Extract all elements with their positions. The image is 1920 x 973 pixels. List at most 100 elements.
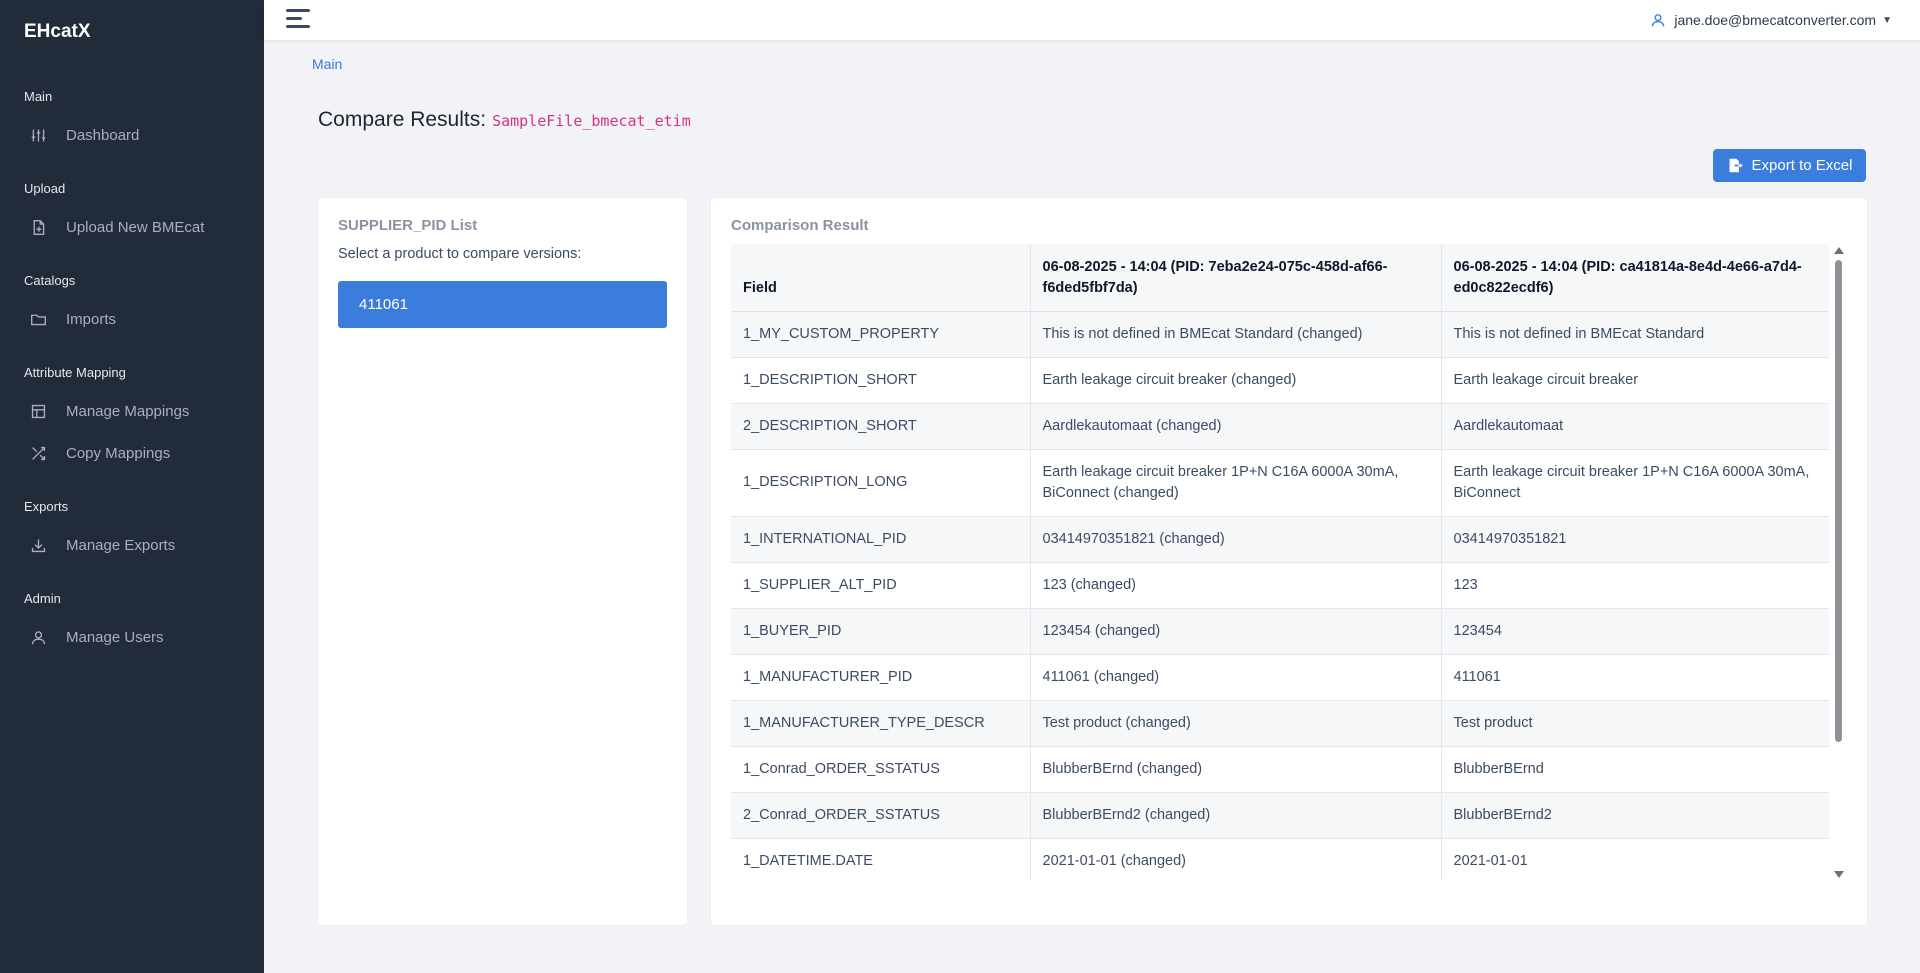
value-cell: Earth leakage circuit breaker 1P+N C16A … (1441, 449, 1829, 517)
field-cell: 2_Conrad_ORDER_SSTATUS (731, 792, 1031, 839)
table-row: 1_DESCRIPTION_LONG Earth leakage circuit … (731, 449, 1829, 517)
field-cell: 1_MANUFACTURER_TYPE_DESCR (731, 700, 1031, 747)
value-cell: 411061 (1441, 654, 1829, 701)
value-cell: 123 (changed) (1030, 562, 1442, 609)
nav-section-admin: Admin (24, 591, 61, 606)
table-row: 1_BUYER_PID 123454 (changed) 123454 (731, 608, 1829, 655)
field-cell: 1_INTERNATIONAL_PID (731, 516, 1031, 563)
field-cell: 1_DESCRIPTION_LONG (731, 449, 1031, 517)
sidebar-item-upload[interactable]: Upload New BMEcat (0, 206, 264, 248)
table-row: 1_DATETIME.DATE 2021-01-01 (changed) 2021-… (731, 838, 1829, 880)
nav-section-main: Main (24, 89, 53, 104)
field-cell: 1_MANUFACTURER_PID (731, 654, 1031, 701)
field-cell: 2_DESCRIPTION_SHORT (731, 403, 1031, 450)
supplier-list-subtitle: Select a product to compare versions: (338, 246, 582, 262)
field-cell: 1_Conrad_ORDER_SSTATUS (731, 746, 1031, 793)
field-cell: 1_MY_CUSTOM_PROPERTY (731, 311, 1031, 358)
sidebar-item-label: Imports (66, 310, 117, 328)
sidebar-item-dashboard[interactable]: Dashboard (0, 114, 264, 156)
table-row: 2_DESCRIPTION_SHORT Aardlekautomaat (chan… (731, 403, 1829, 450)
value-cell: 2021-01-01 (1441, 838, 1829, 880)
brand-logo[interactable]: EHcatX (0, 0, 264, 64)
scrollbar-thumb[interactable] (1835, 260, 1842, 742)
value-cell: 123454 (changed) (1030, 608, 1442, 655)
table-row: 1_INTERNATIONAL_PID 03414970351821 (chang… (731, 516, 1829, 563)
sidebar-item-label: Copy Mappings (66, 444, 171, 462)
sidebar-item-imports[interactable]: Imports (0, 298, 264, 340)
user-menu[interactable]: jane.doe@bmecatconverter.com ▼ (1650, 0, 1892, 40)
table-row: 1_MY_CUSTOM_PROPERTY This is not defined … (731, 311, 1829, 358)
nav-section-attribute-mapping: Attribute Mapping (24, 365, 126, 380)
export-button-label: Export to Excel (1751, 157, 1853, 174)
value-cell: This is not defined in BMEcat Standard (1441, 311, 1829, 358)
scroll-down-arrow-icon[interactable] (1834, 871, 1844, 878)
table-row: 1_MANUFACTURER_TYPE_DESCR Test product (c… (731, 700, 1829, 747)
nav-section-upload: Upload (24, 181, 66, 196)
file-plus-icon (28, 217, 48, 237)
table-header-row: Field 06-08-2025 - 14:04 (PID: 7eba2e24-… (731, 244, 1829, 312)
column-header-version-2: 06-08-2025 - 14:04 (PID: ca41814a-8e4d-4… (1441, 244, 1829, 312)
column-header-version-1: 06-08-2025 - 14:04 (PID: 7eba2e24-075c-4… (1030, 244, 1442, 312)
table-row: 1_Conrad_ORDER_SSTATUS BlubberBErnd (chan… (731, 746, 1829, 793)
sidebar: EHcatX Main Dashboard Upload Upload New … (0, 0, 264, 973)
table-scrollbar[interactable] (1833, 244, 1845, 880)
shuffle-icon (28, 443, 48, 463)
nav-section-catalogs: Catalogs (24, 273, 76, 288)
sidebar-item-label: Manage Mappings (66, 402, 190, 420)
table-icon (28, 401, 48, 421)
scroll-up-arrow-icon[interactable] (1834, 247, 1844, 254)
value-cell: 123454 (1441, 608, 1829, 655)
value-cell: Earth leakage circuit breaker 1P+N C16A … (1030, 449, 1442, 517)
user-icon (1652, 14, 1665, 27)
comparison-title: Comparison Result (731, 217, 869, 234)
sidebar-item-label: Manage Users (66, 628, 164, 646)
sidebar-item-manage-users[interactable]: Manage Users (0, 616, 264, 658)
value-cell: Aardlekautomaat (changed) (1030, 403, 1442, 450)
download-icon (28, 535, 48, 555)
value-cell: 2021-01-01 (changed) (1030, 838, 1442, 880)
page-title: Compare Results: SampleFile_bmecat_etim (318, 108, 691, 132)
supplier-list-title: SUPPLIER_PID List (338, 217, 478, 234)
comparison-card: Comparison Result Field 06-08-2025 - 14:… (711, 198, 1867, 925)
comparison-table: Field 06-08-2025 - 14:04 (PID: 7eba2e24-… (731, 244, 1829, 880)
value-cell: 03414970351821 (1441, 516, 1829, 563)
user-icon (28, 627, 48, 647)
sidebar-item-label: Manage Exports (66, 536, 176, 554)
top-header: jane.doe@bmecatconverter.com ▼ (264, 0, 1920, 40)
filename: SampleFile_bmecat_etim (492, 112, 691, 130)
sidebar-item-manage-exports[interactable]: Manage Exports (0, 524, 264, 566)
value-cell: BlubberBErnd2 (1441, 792, 1829, 839)
table-row: 1_DESCRIPTION_SHORT Earth leakage circuit… (731, 357, 1829, 404)
menu-toggle-icon[interactable] (286, 9, 310, 29)
table-row: 1_MANUFACTURER_PID 411061 (changed) 411061 (731, 654, 1829, 701)
export-to-excel-button[interactable]: Export to Excel (1713, 149, 1866, 182)
sidebar-item-copy-mappings[interactable]: Copy Mappings (0, 432, 264, 474)
value-cell: Earth leakage circuit breaker (1441, 357, 1829, 404)
table-row: 2_Conrad_ORDER_SSTATUS BlubberBErnd2 (cha… (731, 792, 1829, 839)
nav-section-exports: Exports (24, 499, 69, 514)
table-row: 1_SUPPLIER_ALT_PID 123 (changed) 123 (731, 562, 1829, 609)
supplier-pid-card: SUPPLIER_PID List Select a product to co… (318, 198, 687, 925)
comparison-table-container[interactable]: Field 06-08-2025 - 14:04 (PID: 7eba2e24-… (731, 244, 1829, 880)
value-cell: BlubberBErnd (1441, 746, 1829, 793)
column-header-field: Field (731, 244, 1031, 312)
sliders-icon (28, 125, 48, 145)
field-cell: 1_SUPPLIER_ALT_PID (731, 562, 1031, 609)
value-cell: Test product (changed) (1030, 700, 1442, 747)
breadcrumb-main[interactable]: Main (312, 56, 342, 72)
value-cell: Earth leakage circuit breaker (changed) (1030, 357, 1442, 404)
sidebar-item-manage-mappings[interactable]: Manage Mappings (0, 390, 264, 432)
chevron-down-icon: ▼ (1882, 14, 1892, 26)
value-cell: Aardlekautomaat (1441, 403, 1829, 450)
field-cell: 1_DESCRIPTION_SHORT (731, 357, 1031, 404)
value-cell: This is not defined in BMEcat Standard (… (1030, 311, 1442, 358)
value-cell: BlubberBErnd (changed) (1030, 746, 1442, 793)
sidebar-item-label: Dashboard (66, 126, 140, 144)
value-cell: BlubberBErnd2 (changed) (1030, 792, 1442, 839)
value-cell: Test product (1441, 700, 1829, 747)
user-email: jane.doe@bmecatconverter.com (1674, 12, 1877, 28)
file-export-icon (1729, 158, 1743, 173)
supplier-pid-item[interactable]: 411061 (338, 281, 667, 328)
page-title-text: Compare Results: (318, 108, 487, 131)
value-cell: 411061 (changed) (1030, 654, 1442, 701)
